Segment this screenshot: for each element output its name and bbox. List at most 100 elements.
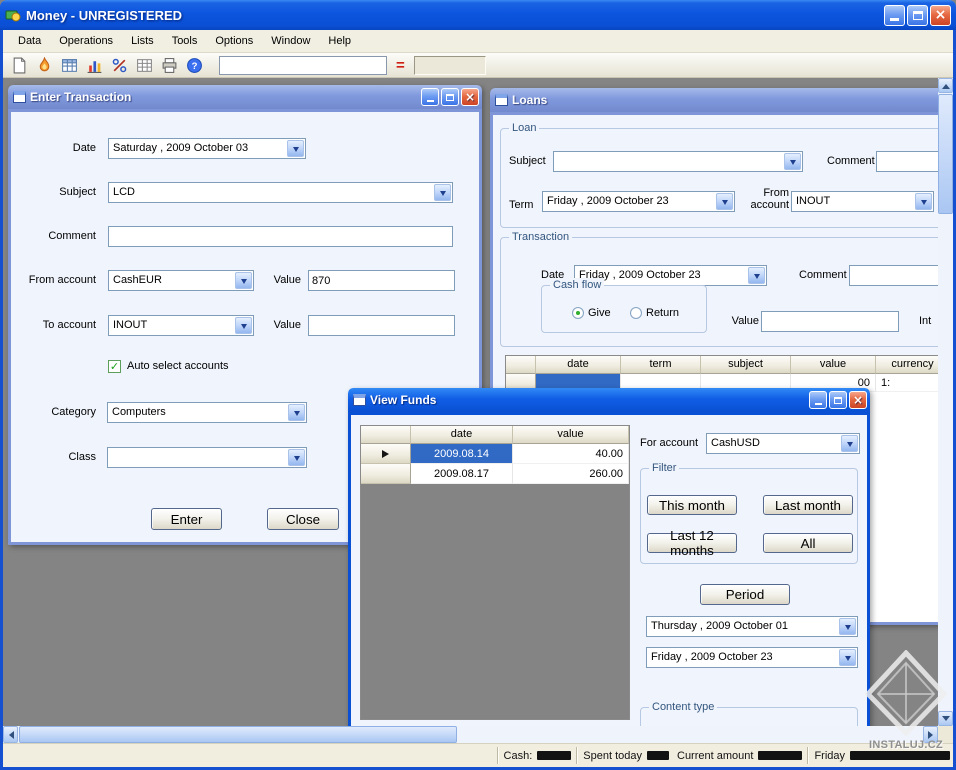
cell-value[interactable]: 260.00 <box>513 464 629 484</box>
column-header-term[interactable]: term <box>621 356 701 374</box>
column-header-currency[interactable]: currency <box>876 356 938 374</box>
grid-icon[interactable] <box>132 54 157 76</box>
chevron-down-icon[interactable] <box>288 404 305 421</box>
scroll-up-button[interactable] <box>938 78 953 93</box>
chevron-down-icon[interactable] <box>235 317 252 334</box>
minimize-button[interactable] <box>809 391 827 409</box>
from-value-field[interactable] <box>308 270 455 291</box>
status-divider <box>497 747 499 764</box>
menu-lists[interactable]: Lists <box>122 32 163 50</box>
chevron-down-icon[interactable] <box>841 435 858 452</box>
comment-label: Comment <box>11 230 96 244</box>
auto-select-checkbox[interactable]: ✓ <box>108 360 121 373</box>
subject-combo[interactable]: LCD <box>108 182 453 203</box>
horizontal-scrollbar[interactable] <box>3 726 938 743</box>
chevron-down-icon[interactable] <box>716 193 733 210</box>
column-header-subject[interactable]: subject <box>701 356 791 374</box>
menu-data[interactable]: Data <box>9 32 50 50</box>
to-value-field[interactable] <box>308 315 455 336</box>
printer-icon[interactable] <box>157 54 182 76</box>
minimize-button[interactable] <box>421 88 439 106</box>
window-icon <box>495 94 508 106</box>
percent-icon[interactable] <box>107 54 132 76</box>
help-icon[interactable]: ? <box>182 54 207 76</box>
chevron-down-icon[interactable] <box>287 140 304 157</box>
maximize-button[interactable] <box>441 88 459 106</box>
view-funds-titlebar[interactable]: View Funds × <box>348 388 870 412</box>
term-date-picker[interactable]: Friday , 2009 October 23 <box>542 191 735 212</box>
date-picker[interactable]: Saturday , 2009 October 03 <box>108 138 306 159</box>
row-selector-cell[interactable] <box>361 464 411 484</box>
chevron-down-icon[interactable] <box>288 449 305 466</box>
loan-subject-combo[interactable] <box>553 151 803 172</box>
from-account-combo[interactable]: CashEUR <box>108 270 254 291</box>
this-month-button[interactable]: This month <box>647 495 737 515</box>
column-header-value[interactable]: value <box>513 426 629 444</box>
chevron-down-icon[interactable] <box>748 267 765 284</box>
transaction-value-field[interactable] <box>761 311 899 332</box>
date-to-picker[interactable]: Friday , 2009 October 23 <box>646 647 858 668</box>
flame-icon[interactable] <box>32 54 57 76</box>
chevron-down-icon[interactable] <box>915 193 932 210</box>
column-header-date[interactable]: date <box>411 426 513 444</box>
chevron-down-icon[interactable] <box>235 272 252 289</box>
menu-tools[interactable]: Tools <box>163 32 207 50</box>
menu-operations[interactable]: Operations <box>50 32 122 50</box>
class-combo[interactable] <box>107 447 307 468</box>
for-account-combo[interactable]: CashUSD <box>706 433 860 454</box>
close-button[interactable]: × <box>849 391 867 409</box>
maximize-button[interactable] <box>907 5 928 26</box>
chevron-down-icon[interactable] <box>839 649 856 666</box>
toolbar-search-input[interactable] <box>219 56 387 75</box>
scroll-left-button[interactable] <box>3 726 18 743</box>
return-radio[interactable] <box>630 307 642 319</box>
cell-currency[interactable]: 1: <box>876 374 938 392</box>
enter-transaction-titlebar[interactable]: Enter Transaction × <box>8 85 482 109</box>
vertical-scrollbar[interactable] <box>938 78 953 726</box>
maximize-button[interactable] <box>829 391 847 409</box>
table-row[interactable]: 2009.08.14 40.00 <box>361 444 629 464</box>
horizontal-scroll-thumb[interactable] <box>19 726 457 743</box>
category-combo[interactable]: Computers <box>107 402 307 423</box>
chevron-down-icon[interactable] <box>784 153 801 170</box>
filter-group-legend: Filter <box>649 461 679 475</box>
loan-group: Loan Subject Comment Term Friday , 2009 … <box>500 128 938 228</box>
all-button[interactable]: All <box>763 533 853 553</box>
loans-titlebar[interactable]: Loans <box>490 88 938 112</box>
cell-date[interactable]: 2009.08.17 <box>411 464 513 484</box>
period-button[interactable]: Period <box>700 584 790 605</box>
minimize-button[interactable] <box>884 5 905 26</box>
chevron-down-icon[interactable] <box>839 618 856 635</box>
last-12-months-button[interactable]: Last 12 months <box>647 533 737 553</box>
close-button[interactable]: Close <box>267 508 339 530</box>
menu-options[interactable]: Options <box>206 32 262 50</box>
date-from-picker[interactable]: Thursday , 2009 October 01 <box>646 616 858 637</box>
row-selector-cell[interactable] <box>361 444 411 464</box>
table-icon[interactable] <box>57 54 82 76</box>
comment-field[interactable] <box>108 226 453 247</box>
funds-table[interactable]: date value 2009.08.14 40.00 2009.08.17 2… <box>360 425 630 720</box>
loan-from-account-combo[interactable]: INOUT <box>791 191 934 212</box>
column-header-date[interactable]: date <box>536 356 621 374</box>
table-row[interactable]: 2009.08.17 260.00 <box>361 464 629 484</box>
transaction-comment-field[interactable] <box>849 265 938 286</box>
close-button[interactable]: × <box>930 5 951 26</box>
new-document-icon[interactable] <box>7 54 32 76</box>
vertical-scroll-thumb[interactable] <box>938 94 953 214</box>
column-header-value[interactable]: value <box>791 356 876 374</box>
give-radio[interactable] <box>572 307 584 319</box>
menu-help[interactable]: Help <box>319 32 360 50</box>
chevron-down-icon[interactable] <box>434 184 451 201</box>
menu-window[interactable]: Window <box>262 32 319 50</box>
close-button[interactable]: × <box>461 88 479 106</box>
last-month-button[interactable]: Last month <box>763 495 853 515</box>
scroll-right-button[interactable] <box>923 726 938 743</box>
scroll-down-button[interactable] <box>938 711 953 726</box>
loan-comment-field[interactable] <box>876 151 938 172</box>
cell-date[interactable]: 2009.08.14 <box>411 444 513 464</box>
chart-icon[interactable] <box>82 54 107 76</box>
cell-value[interactable]: 40.00 <box>513 444 629 464</box>
enter-button[interactable]: Enter <box>151 508 222 530</box>
menu-bar: Data Operations Lists Tools Options Wind… <box>3 30 953 53</box>
to-account-combo[interactable]: INOUT <box>108 315 254 336</box>
